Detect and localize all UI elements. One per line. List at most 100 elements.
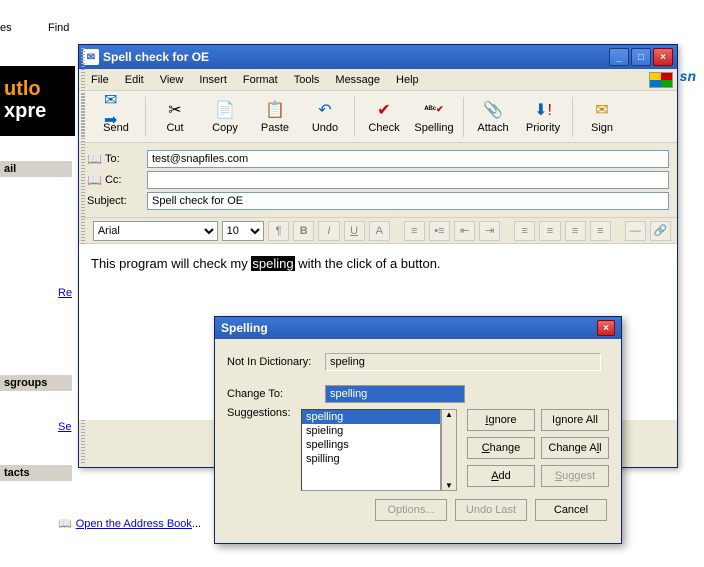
bg-link-se[interactable]: Se	[58, 421, 71, 433]
outdent-button[interactable]: ⇤	[454, 221, 475, 241]
paste-button[interactable]: 📋Paste	[250, 95, 300, 139]
spelling-button[interactable]: ᴬᴮᶜ✔Spelling	[409, 95, 459, 139]
subject-input[interactable]	[147, 192, 669, 210]
outlook-express-logo: utlo xpre	[0, 66, 75, 136]
align-center-button[interactable]: ≡	[539, 221, 560, 241]
titlebar[interactable]: ✉ Spell check for OE _ □ ×	[79, 45, 677, 69]
change-button[interactable]: Change	[467, 437, 535, 459]
align-left-button[interactable]: ≡	[514, 221, 535, 241]
to-label[interactable]: 📖To:	[87, 152, 147, 166]
change-to-input[interactable]	[325, 385, 465, 403]
suggestions-label: Suggestions:	[227, 407, 295, 419]
spelling-dialog: Spelling × Not In Dictionary: speling Ch…	[214, 316, 622, 544]
bg-menu-item[interactable]: es	[0, 22, 12, 34]
minimize-button[interactable]: _	[609, 48, 629, 66]
size-select[interactable]: 10	[222, 221, 264, 241]
numbered-list-button[interactable]: ≡	[404, 221, 425, 241]
dialog-close-button[interactable]: ×	[597, 320, 615, 336]
paste-icon: 📋	[265, 100, 285, 120]
underline-button[interactable]: U	[344, 221, 365, 241]
msn-hint: sn	[680, 68, 696, 84]
not-in-dictionary-value: speling	[325, 353, 601, 371]
bg-link-addressbook[interactable]: 📖Open the Address Book...	[58, 517, 201, 530]
suggestion-item[interactable]: spelling	[302, 410, 440, 424]
body-text-post: with the click of a button.	[295, 256, 441, 271]
addressbook-icon: 📖	[87, 173, 102, 187]
maximize-button[interactable]: □	[631, 48, 651, 66]
suggestion-item[interactable]: spilling	[302, 452, 440, 466]
window-title: Spell check for OE	[103, 50, 607, 64]
bullet-list-button[interactable]: •≡	[429, 221, 450, 241]
menu-format[interactable]: Format	[235, 71, 286, 89]
paperclip-icon: 📎	[483, 100, 503, 120]
suggestion-item[interactable]: spieling	[302, 424, 440, 438]
cancel-button[interactable]: Cancel	[535, 499, 607, 521]
sign-icon: ✉	[595, 100, 608, 120]
font-select[interactable]: Arial	[93, 221, 218, 241]
indent-button[interactable]: ⇥	[479, 221, 500, 241]
to-input[interactable]	[147, 150, 669, 168]
menubar: File Edit View Insert Format Tools Messa…	[79, 69, 677, 91]
italic-button[interactable]: I	[318, 221, 339, 241]
hr-button[interactable]: —	[625, 221, 646, 241]
font-color-button[interactable]: A	[369, 221, 390, 241]
suggestions-list[interactable]: spelling spieling spellings spilling	[301, 409, 441, 491]
cut-button[interactable]: ✂Cut	[150, 95, 200, 139]
priority-button[interactable]: ⬇!Priority	[518, 95, 568, 139]
bg-sidebar-newsgroups: sgroups	[0, 375, 72, 391]
scissors-icon: ✂	[168, 100, 181, 120]
undo-button[interactable]: ↶Undo	[300, 95, 350, 139]
options-button: Options...	[375, 499, 447, 521]
dialog-title: Spelling	[221, 321, 268, 335]
addressbook-icon: 📖	[87, 152, 102, 166]
format-bar: Arial 10 ¶ B I U A ≡ •≡ ⇤ ⇥ ≡ ≡ ≡ ≡ — 🔗	[79, 218, 677, 244]
cc-label[interactable]: 📖Cc:	[87, 173, 147, 187]
app-icon: ✉	[83, 49, 99, 65]
not-in-dictionary-label: Not In Dictionary:	[227, 356, 319, 368]
close-button[interactable]: ×	[653, 48, 673, 66]
windows-flag-icon	[649, 72, 673, 88]
para-style-button[interactable]: ¶	[268, 221, 289, 241]
header-fields: 📖To: 📖Cc: Subject:	[79, 143, 677, 218]
check-icon: ✔	[377, 100, 390, 120]
bg-sidebar-mail: ail	[0, 161, 72, 177]
change-all-button[interactable]: Change All	[541, 437, 609, 459]
bold-button[interactable]: B	[293, 221, 314, 241]
suggestion-item[interactable]: spellings	[302, 438, 440, 452]
menu-edit[interactable]: Edit	[117, 71, 152, 89]
copy-icon: 📄	[215, 100, 235, 120]
cc-input[interactable]	[147, 171, 669, 189]
check-button[interactable]: ✔Check	[359, 95, 409, 139]
suggest-button: Suggest	[541, 465, 609, 487]
menu-view[interactable]: View	[152, 71, 192, 89]
add-button[interactable]: Add	[467, 465, 535, 487]
toolbar: ✉➡Send ✂Cut 📄Copy 📋Paste ↶Undo ✔Check ᴬᴮ…	[79, 91, 677, 143]
undo-last-button: Undo Last	[455, 499, 527, 521]
body-text-pre: This program will check my	[91, 256, 251, 271]
menu-tools[interactable]: Tools	[286, 71, 328, 89]
undo-icon: ↶	[318, 100, 331, 120]
menu-insert[interactable]: Insert	[191, 71, 235, 89]
menu-file[interactable]: File	[83, 71, 117, 89]
sign-button[interactable]: ✉Sign	[577, 95, 627, 139]
justify-button[interactable]: ≡	[590, 221, 611, 241]
ignore-button[interactable]: Ignore	[467, 409, 535, 431]
dialog-titlebar[interactable]: Spelling ×	[215, 317, 621, 339]
menu-help[interactable]: Help	[388, 71, 427, 89]
body-misspelled-word: speling	[251, 256, 294, 271]
bg-sidebar-contacts: tacts	[0, 465, 72, 481]
bg-menu-find[interactable]: Find	[48, 22, 69, 34]
ignore-all-button[interactable]: Ignore All	[541, 409, 609, 431]
align-right-button[interactable]: ≡	[565, 221, 586, 241]
attach-button[interactable]: 📎Attach	[468, 95, 518, 139]
priority-icon: ⬇!	[534, 100, 552, 120]
bg-link-re[interactable]: Re	[58, 287, 72, 299]
suggestions-scrollbar[interactable]: ▲▼	[441, 409, 457, 491]
change-to-label: Change To:	[227, 388, 319, 400]
subject-label: Subject:	[87, 195, 147, 207]
copy-button[interactable]: 📄Copy	[200, 95, 250, 139]
menu-message[interactable]: Message	[327, 71, 388, 89]
link-button[interactable]: 🔗	[650, 221, 671, 241]
abc-check-icon: ᴬᴮᶜ✔	[424, 104, 443, 115]
send-button[interactable]: ✉➡Send	[91, 95, 141, 139]
